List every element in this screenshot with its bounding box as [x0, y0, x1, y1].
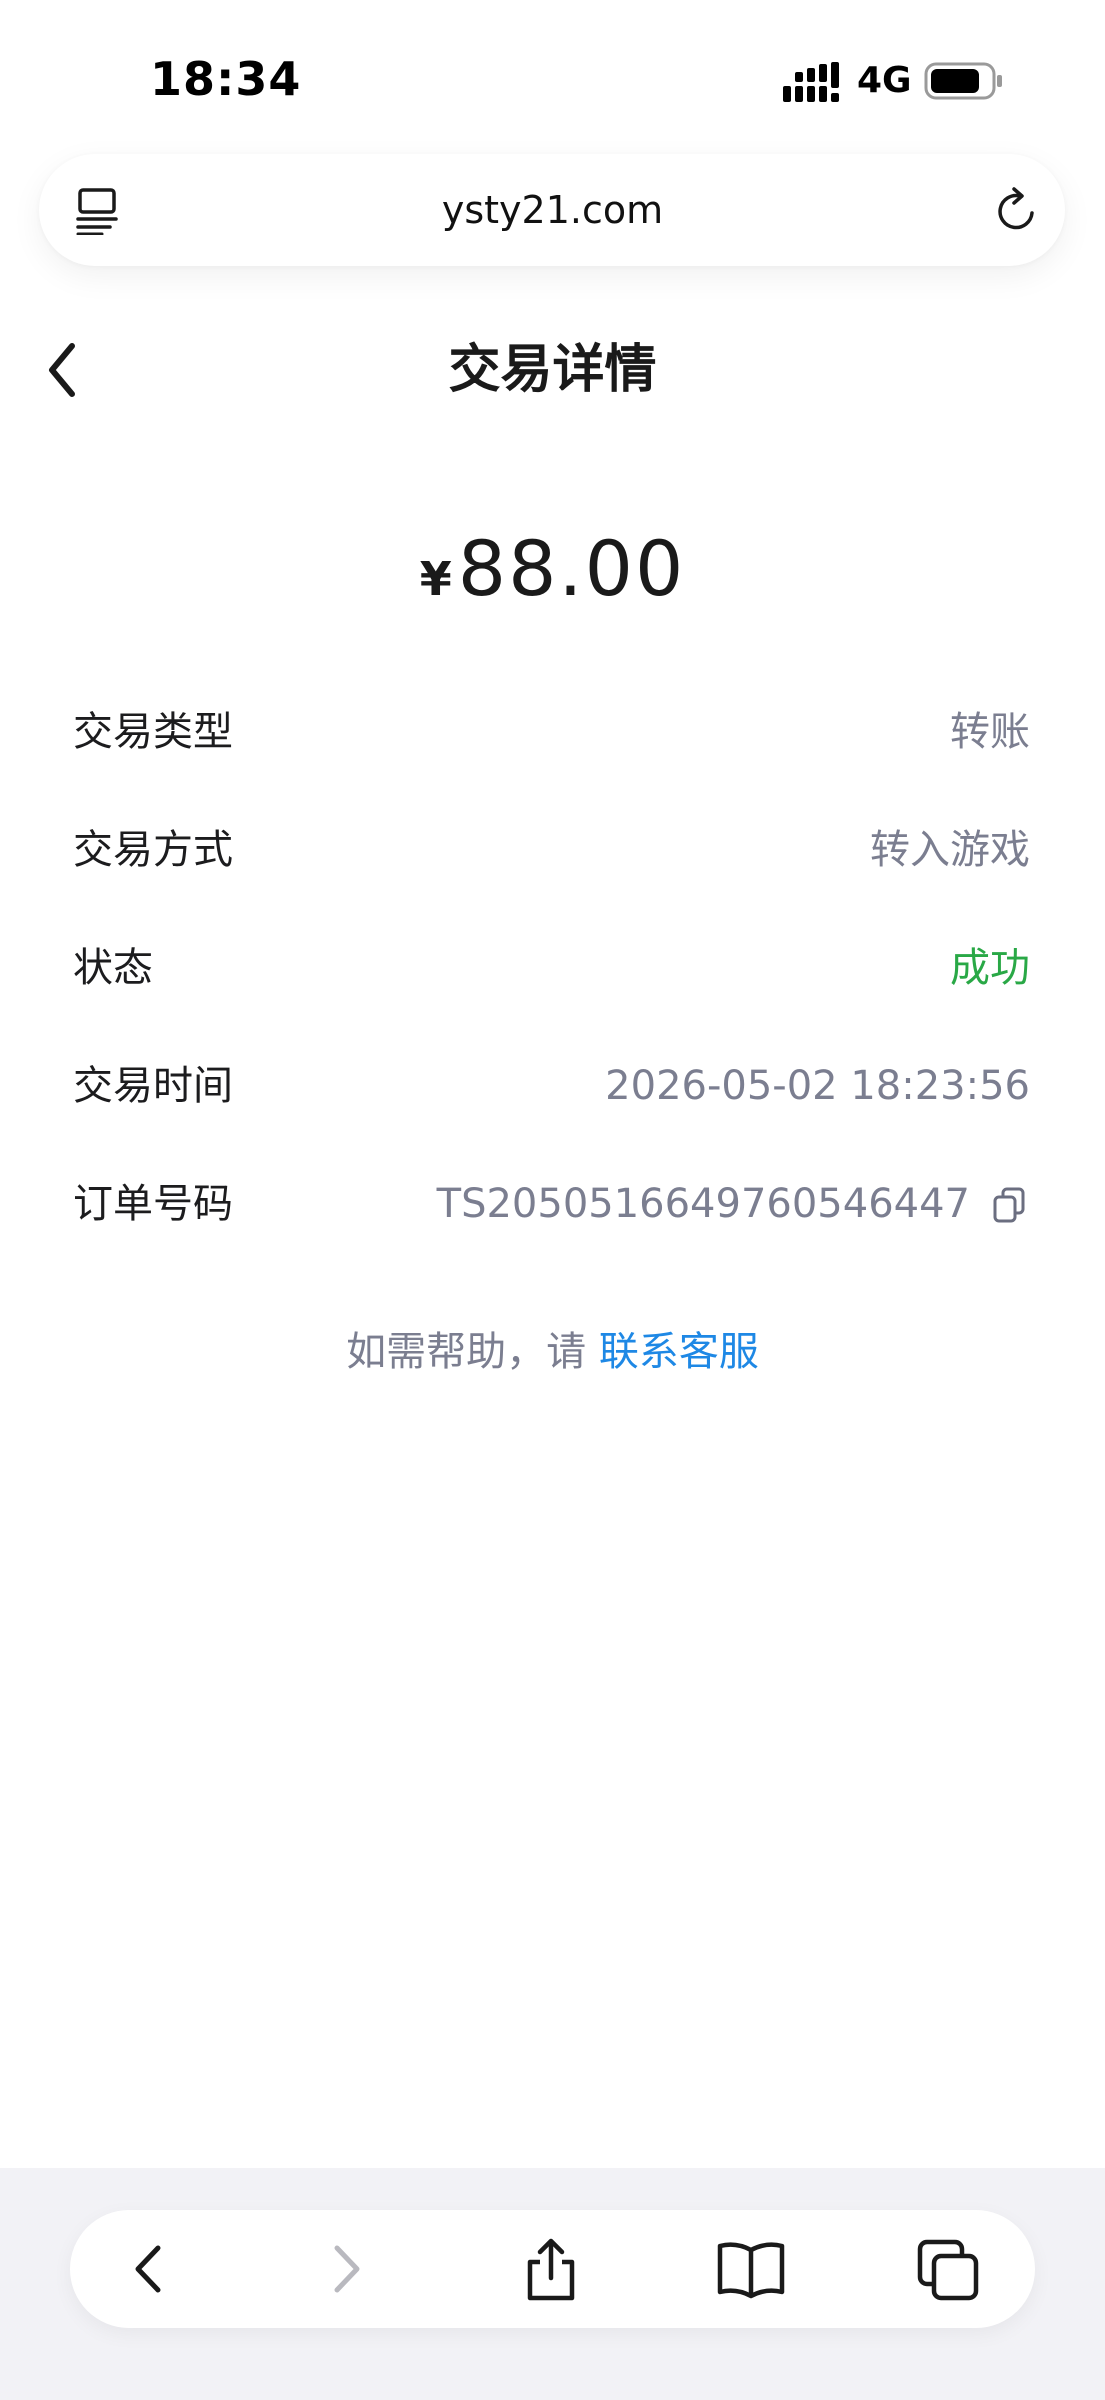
amount-display: ¥88.00	[250, 524, 855, 635]
copy-icon[interactable]	[992, 1186, 1028, 1224]
transaction-time-value: 2026-05-02 18:23:56	[605, 1063, 1030, 1109]
share-icon[interactable]	[518, 2238, 584, 2304]
help-line: 如需帮助，请 联系客服	[100, 1326, 1005, 1378]
transaction-type-value: 转账	[950, 709, 1030, 755]
help-text: 如需帮助，请	[346, 1329, 599, 1375]
tabs-icon[interactable]	[916, 2238, 982, 2304]
battery-icon	[924, 62, 1002, 100]
status-value: 成功	[950, 945, 1030, 991]
amount-currency: ¥	[419, 552, 452, 606]
back-icon[interactable]	[126, 2238, 170, 2300]
network-type-label: 4G	[857, 60, 912, 101]
bookmarks-icon[interactable]	[716, 2238, 786, 2300]
page-title: 交易详情	[448, 340, 657, 400]
reader-view-icon[interactable]	[76, 187, 122, 235]
order-number-value: TS2050516649760546447	[436, 1181, 970, 1227]
chevron-left-icon	[49, 343, 75, 397]
transaction-method-value: 转入游戏	[870, 827, 1030, 873]
url-text[interactable]: ysty21.com	[250, 186, 855, 234]
status-time: 18:34	[150, 52, 302, 106]
back-button[interactable]	[40, 338, 100, 402]
signal-bars-icon	[783, 62, 839, 102]
amount-value: 88.00	[457, 524, 686, 613]
contact-support-link[interactable]: 联系客服	[599, 1329, 759, 1375]
reload-icon[interactable]	[994, 185, 1040, 235]
forward-icon[interactable]	[325, 2238, 369, 2300]
